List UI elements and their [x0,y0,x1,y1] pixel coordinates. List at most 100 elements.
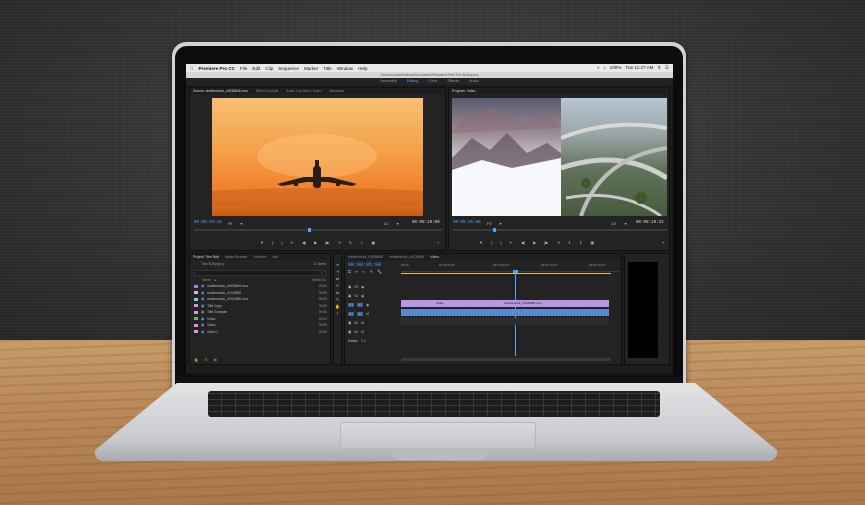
clip-v1-video[interactable]: fx Video [401,300,499,307]
pen-tool-icon[interactable]: ✎ [336,297,339,302]
source-timecode[interactable]: 00:00:04:16 [194,221,222,225]
export-frame-icon[interactable]: ▣ [371,240,375,245]
master-value[interactable]: 0.0 [361,339,366,343]
lift-icon[interactable]: ↥ [568,240,571,245]
insert-icon[interactable]: ⇅ [349,240,352,245]
go-to-in-icon[interactable]: ⇤ [291,240,294,245]
label-color-swatch[interactable] [194,310,198,314]
go-to-in-icon[interactable]: ⇤ [510,240,513,245]
search-icon[interactable]: ⚲ [658,65,661,71]
mark-out-icon[interactable]: } [500,240,501,245]
label-color-swatch[interactable] [194,330,198,334]
mark-out-icon[interactable]: } [281,240,282,245]
extract-icon[interactable]: ↧ [579,240,582,245]
app-menu[interactable]: Premiere Pro CC [198,66,235,71]
wifi-icon[interactable]: ≈ [597,65,600,71]
program-fit-select[interactable]: Fit ▾ [487,221,501,226]
list-icon[interactable]: ☰ [665,65,669,71]
menu-help[interactable]: Help [358,66,367,71]
program-timecode[interactable]: 00:00:05:08 [453,221,481,225]
source-add-button[interactable]: + [437,240,439,245]
track-header-a3[interactable]: ▣ A3 M [348,327,398,336]
eye-icon[interactable]: ◉ [366,303,369,307]
clip-a1-audio[interactable] [401,309,609,316]
step-back-icon[interactable]: ◀| [302,240,306,245]
step-back-icon[interactable]: ◀| [521,240,525,245]
track-select-icon[interactable]: ⇥ [336,269,339,274]
volume-icon[interactable]: ♪ [603,65,605,71]
slip-tool-icon[interactable]: ⇆ [336,290,339,295]
mute-icon[interactable]: M [361,330,364,334]
label-color-swatch[interactable] [194,291,198,295]
workspace-assembly[interactable]: Assembly [380,78,396,85]
clip-a2-audio[interactable] [401,318,609,325]
timeline-scroll[interactable] [401,358,611,361]
razor-tool-icon[interactable]: ✂ [336,283,339,288]
step-forward-icon[interactable]: |▶ [325,240,329,245]
tab-audio-clip-mixer[interactable]: Audio Clip Mixer: Video [286,88,321,94]
timeline-ruler[interactable]: 00:00 00:00:04:29 00:00:09:29 00:00:14:2… [401,262,619,272]
play-icon[interactable]: ▶ [533,240,536,245]
mute-icon[interactable]: M [361,321,364,325]
program-add-button[interactable]: + [662,240,664,245]
menu-edit[interactable]: Edit [252,66,260,71]
program-video-right[interactable] [561,98,667,216]
workspace-color[interactable]: Color [428,78,437,85]
tab-sequence-2[interactable]: shutterstock_v3126800 [389,254,424,260]
program-playhead[interactable] [493,228,496,232]
ripple-edit-icon[interactable]: ⇄ [336,276,339,281]
marker-icon[interactable]: ▼ [260,240,264,245]
project-list-item[interactable]: ▣ Video 2 00:00 [190,329,330,336]
track-header-a1[interactable]: A1 A1 M [348,309,398,318]
column-media-duration[interactable]: Media Du [312,278,326,282]
overwrite-icon[interactable]: ↧ [360,240,363,245]
tab-effect-controls[interactable]: Effect Controls [256,88,278,94]
lock-icon[interactable]: ▣ [348,321,351,325]
label-color-swatch[interactable] [194,323,198,327]
timeline-timecode[interactable]: 00:00:05:08 [348,262,381,268]
workspace-audio[interactable]: Audio [469,78,479,85]
source-resolution-select[interactable]: 1/2 ▾ [383,221,399,226]
track-header-v2[interactable]: ▣ V2 ◉ [348,291,398,300]
go-to-out-icon[interactable]: ⇥ [556,240,559,245]
label-color-swatch[interactable] [194,317,198,321]
nest-icon[interactable]: ⧉ [348,269,351,274]
program-resolution-select[interactable]: 1/4 ▾ [611,221,627,226]
type-tool-icon[interactable]: T [336,311,338,316]
program-video-left[interactable] [452,98,561,216]
play-icon[interactable]: ▶ [314,240,317,245]
source-patch-a1[interactable]: A1 [348,311,355,316]
menu-sequence[interactable]: Sequence [278,66,299,71]
track-header-a2[interactable]: ▣ A2 M [348,318,398,327]
tab-sequence-video[interactable]: Video [430,254,439,260]
battery-label[interactable]: 100% [610,65,622,71]
clock[interactable]: Tue 11:27 AM [625,65,653,71]
source-video-frame[interactable] [212,98,423,216]
menu-window[interactable]: Window [337,66,353,71]
source-ruler[interactable] [194,229,442,231]
lock-icon[interactable]: ▣ [348,285,351,289]
go-to-out-icon[interactable]: ⇥ [337,240,340,245]
menu-title[interactable]: Title [323,66,332,71]
linked-select-icon[interactable]: ∞ [362,269,365,274]
clip-v1-shutterstock[interactable]: fx shutterstock_v3126800.mov [499,300,609,307]
label-color-swatch[interactable] [194,284,198,288]
hand-tool-icon[interactable]: ✋ [335,304,340,309]
tab-media-browser[interactable]: Media Browser [225,254,248,260]
list-view-icon[interactable]: ☰ [204,358,207,362]
track-header-master[interactable]: Master 0.0 [348,336,398,345]
export-frame-icon[interactable]: ▣ [590,240,594,245]
label-color-swatch[interactable] [194,304,198,308]
track-header-v1[interactable]: V1 V1 ◉ [348,300,398,309]
lock-icon[interactable]: ▣ [348,330,351,334]
settings-icon[interactable]: 🔧 [377,269,382,274]
mute-icon[interactable]: M [366,312,369,316]
step-forward-icon[interactable]: |▶ [544,240,548,245]
apple-icon[interactable]:  [190,66,193,71]
source-fit-select[interactable]: Fit ▾ [228,221,242,226]
tab-metadata[interactable]: Metadata [329,88,343,94]
menu-clip[interactable]: Clip [265,66,273,71]
mark-in-icon[interactable]: { [491,240,492,245]
tab-project[interactable]: Project: Trim Buff [193,254,219,260]
workspace-editing[interactable]: Editing [407,78,419,85]
